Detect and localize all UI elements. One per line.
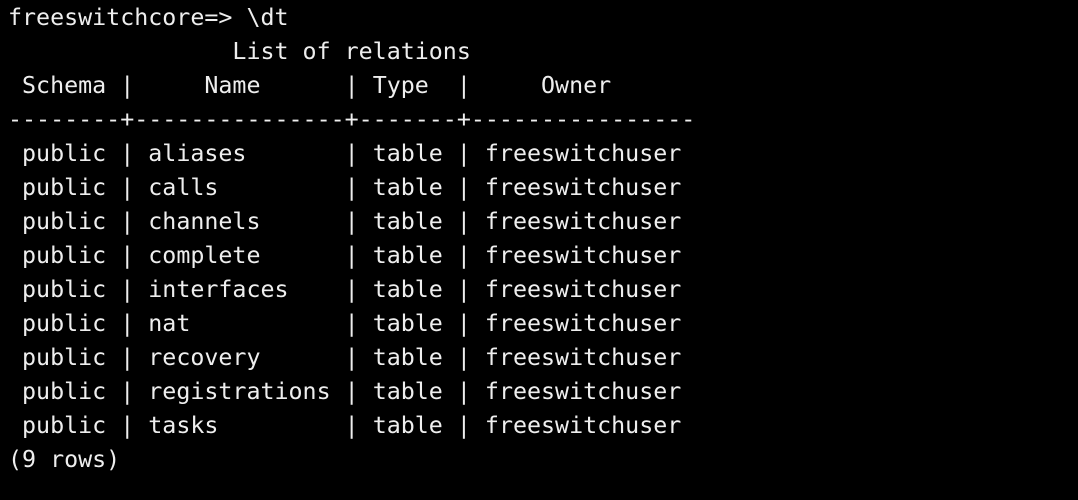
terminal-window[interactable]: freeswitchcore=> \dt List of relations S… (0, 0, 1078, 500)
column-separator: | (344, 310, 359, 337)
cell-owner: freeswitchuser (470, 378, 682, 405)
cell-type: table (358, 276, 457, 303)
cell-owner: freeswitchuser (470, 344, 682, 371)
table-row: public | channels | table | freeswitchus… (8, 205, 1078, 239)
table-row: public | aliases | table | freeswitchuse… (8, 137, 1078, 171)
cell-schema: public (8, 242, 121, 269)
cell-name: interfaces (134, 276, 345, 303)
column-separator: | (456, 378, 471, 405)
column-separator: | (120, 276, 135, 303)
column-separator: | (456, 344, 471, 371)
cell-type: table (358, 344, 457, 371)
table-header: Schema | Name | Type | Owner (8, 69, 1078, 103)
cell-schema: public (8, 140, 121, 167)
table-title-line: List of relations (8, 35, 1078, 69)
prompt: freeswitchcore=> (8, 4, 247, 31)
column-separator: | (344, 412, 359, 439)
cell-type: table (358, 412, 457, 439)
column-separator: | (456, 412, 471, 439)
cell-name: nat (134, 310, 345, 337)
column-separator: | (344, 140, 359, 167)
column-separator: | (344, 276, 359, 303)
table-row: public | tasks | table | freeswitchuser (8, 409, 1078, 443)
cell-name: complete (134, 242, 345, 269)
table-row: public | calls | table | freeswitchuser (8, 171, 1078, 205)
column-separator: | (120, 208, 135, 235)
column-separator: | (344, 344, 359, 371)
column-separator: | (456, 140, 471, 167)
column-separator: | (120, 242, 135, 269)
cell-name: tasks (134, 412, 345, 439)
header-name: Name (204, 72, 261, 99)
table-row: public | recovery | table | freeswitchus… (8, 341, 1078, 375)
header-pad-schema (8, 72, 22, 99)
cell-schema: public (8, 344, 121, 371)
row-count: (9 rows) (8, 446, 121, 473)
table-row: public | nat | table | freeswitchuser (8, 307, 1078, 341)
cell-schema: public (8, 174, 121, 201)
cell-type: table (358, 208, 457, 235)
table-title-pad (8, 38, 232, 65)
column-separator: | (344, 174, 359, 201)
cell-name: recovery (134, 344, 345, 371)
cell-owner: freeswitchuser (470, 276, 682, 303)
header-sep: | (260, 72, 373, 99)
cell-name: aliases (134, 140, 345, 167)
cell-name: registrations (134, 378, 345, 405)
column-separator: | (120, 174, 135, 201)
column-separator: | (344, 208, 359, 235)
cell-owner: freeswitchuser (470, 174, 682, 201)
column-separator: | (344, 242, 359, 269)
column-separator: | (344, 378, 359, 405)
cell-type: table (358, 242, 457, 269)
cell-type: table (358, 378, 457, 405)
column-separator: | (456, 310, 471, 337)
cell-owner: freeswitchuser (470, 242, 682, 269)
cell-schema: public (8, 208, 121, 235)
table-row: public | interfaces | table | freeswitch… (8, 273, 1078, 307)
cell-name: channels (134, 208, 345, 235)
column-separator: | (120, 344, 135, 371)
cell-schema: public (8, 412, 121, 439)
header-owner: Owner (541, 72, 612, 99)
table-row: public | complete | table | freeswitchus… (8, 239, 1078, 273)
column-separator: | (456, 242, 471, 269)
column-separator: | (456, 208, 471, 235)
command-text: \dt (246, 4, 289, 31)
header-type: Type (372, 72, 429, 99)
header-schema: Schema (22, 72, 107, 99)
cell-owner: freeswitchuser (470, 310, 682, 337)
cell-owner: freeswitchuser (470, 208, 682, 235)
table-title: List of relations (232, 38, 471, 65)
table-body: public | aliases | table | freeswitchuse… (8, 137, 1078, 443)
cell-type: table (358, 140, 457, 167)
column-separator: | (456, 174, 471, 201)
cell-schema: public (8, 276, 121, 303)
column-separator: | (120, 310, 135, 337)
column-separator: | (120, 140, 135, 167)
cell-type: table (358, 174, 457, 201)
cell-owner: freeswitchuser (470, 412, 682, 439)
cell-owner: freeswitchuser (470, 140, 682, 167)
header-sep: | (106, 72, 205, 99)
column-separator: | (456, 276, 471, 303)
column-separator: | (120, 412, 135, 439)
command-line: freeswitchcore=> \dt (8, 1, 1078, 35)
cell-name: calls (134, 174, 345, 201)
cell-schema: public (8, 378, 121, 405)
header-sep: | (428, 72, 542, 99)
table-separator: --------+---------------+-------+-------… (8, 106, 696, 133)
cell-schema: public (8, 310, 121, 337)
column-separator: | (120, 378, 135, 405)
table-row: public | registrations | table | freeswi… (8, 375, 1078, 409)
cell-type: table (358, 310, 457, 337)
